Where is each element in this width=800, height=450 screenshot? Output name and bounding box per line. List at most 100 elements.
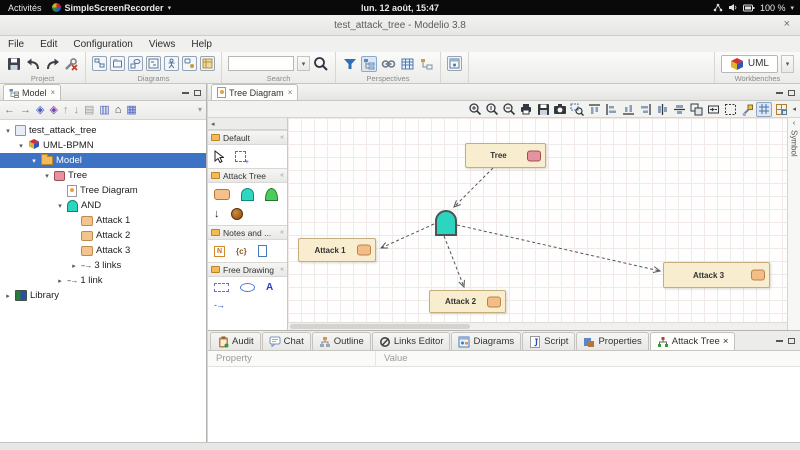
edge-tree-to-and[interactable] <box>454 168 493 207</box>
node-attack1[interactable]: Attack 1 <box>298 238 376 262</box>
nav-related-left-icon[interactable]: ◈ <box>36 105 44 116</box>
zoom-in-icon[interactable] <box>467 102 483 117</box>
package-diagram-icon[interactable] <box>110 56 125 71</box>
print-icon[interactable] <box>518 102 534 117</box>
minimize-panel-icon[interactable] <box>776 92 783 94</box>
nav-related-right-icon[interactable]: ◈ <box>49 105 57 116</box>
align-bottom-icon[interactable] <box>620 102 636 117</box>
maximize-panel-icon[interactable] <box>194 90 201 96</box>
tree-row-3-links[interactable]: ▸--→3 links <box>0 258 206 273</box>
diagram-canvas[interactable]: Tree Attack 1 Attack 2 Attack 3 <box>288 118 787 330</box>
home-icon[interactable]: ⌂ <box>115 105 122 116</box>
tab-model[interactable]: Model × <box>3 84 61 100</box>
configure-project-icon[interactable] <box>63 56 79 72</box>
column-property[interactable]: Property <box>208 351 376 366</box>
scrollbar-thumb[interactable] <box>290 324 470 329</box>
palette-group-attack-tree[interactable]: Attack Tree « <box>208 168 287 183</box>
menu-help[interactable]: Help <box>183 39 220 50</box>
tree-row-library[interactable]: ▸Library <box>0 288 206 303</box>
node-attack2[interactable]: Attack 2 <box>429 290 506 313</box>
palette-group-free-drawing[interactable]: Free Drawing « <box>208 262 287 277</box>
tree-row-attack3[interactable]: Attack 3 <box>0 243 206 258</box>
usecase-diagram-icon[interactable] <box>128 56 143 71</box>
palette-group-default[interactable]: Default « <box>208 130 287 145</box>
horizontal-scrollbar[interactable] <box>288 322 787 330</box>
select-tool[interactable] <box>214 150 224 163</box>
workbench-selector[interactable]: UML <box>721 55 778 73</box>
search-dropdown-button[interactable]: ▾ <box>297 56 310 71</box>
zoom-selection-icon[interactable] <box>569 102 585 117</box>
model-tab-close-icon[interactable]: × <box>51 88 56 97</box>
palette-group-notes[interactable]: Notes and ... « <box>208 225 287 240</box>
and-gate-tool[interactable] <box>241 188 254 201</box>
constraint-tool[interactable]: {c} <box>236 247 247 256</box>
format-painter-icon[interactable] <box>739 102 755 117</box>
hierarchy-perspective-icon[interactable] <box>418 56 434 72</box>
nav-up-icon[interactable]: ↑ <box>63 105 69 116</box>
symbol-expand-chevron-icon[interactable]: ‹ <box>793 120 795 127</box>
redo-icon[interactable] <box>44 56 60 72</box>
edge-and-to-attack1[interactable] <box>381 224 434 248</box>
window-close-button[interactable]: × <box>784 18 790 30</box>
nav-down-icon[interactable]: ↓ <box>73 105 79 116</box>
minimize-panel-icon[interactable] <box>776 340 783 342</box>
line-tool[interactable]: -→ <box>214 300 224 310</box>
align-right-icon[interactable] <box>637 102 653 117</box>
tree-row-attack1[interactable]: Attack 1 <box>0 213 206 228</box>
tab-attack-tree[interactable]: Attack Tree × <box>650 332 736 350</box>
matrix-diagram-icon[interactable] <box>200 56 215 71</box>
or-gate-tool[interactable] <box>265 188 278 201</box>
link-tool[interactable]: ↓ <box>214 209 220 220</box>
screenshot-icon[interactable] <box>552 102 568 117</box>
collapse-all-icon[interactable]: ▤ <box>84 105 94 116</box>
battery-percent[interactable]: 100 % <box>760 3 786 13</box>
tree-row-model[interactable]: ▾Model <box>0 153 206 168</box>
node-tree[interactable]: Tree <box>465 143 546 168</box>
collapse-toolbar-icon[interactable]: ◂ <box>792 105 796 113</box>
tree-options-icon[interactable]: ▦ <box>126 105 136 116</box>
save-icon[interactable] <box>6 56 22 72</box>
class-diagram-icon[interactable] <box>92 56 107 71</box>
tree-row-project[interactable]: ▾test_attack_tree <box>0 123 206 138</box>
clock[interactable]: lun. 12 août, 15:47 <box>361 3 439 13</box>
align-center-v-icon[interactable] <box>654 102 670 117</box>
diagram-tab-close-icon[interactable]: × <box>288 88 293 97</box>
app-menu[interactable]: SimpleScreenRecorder ▾ <box>52 3 172 13</box>
tree-row-attack2[interactable]: Attack 2 <box>0 228 206 243</box>
actor-diagram-icon[interactable] <box>164 56 179 71</box>
nav-back-icon[interactable]: ← <box>4 105 15 116</box>
model-perspective-icon[interactable] <box>361 56 377 72</box>
system-menu-chevron-icon[interactable]: ▾ <box>790 4 794 12</box>
document-tool[interactable] <box>258 245 267 257</box>
link-with-editor-icon[interactable]: ▥ <box>99 105 109 116</box>
nav-forward-icon[interactable]: → <box>20 105 31 116</box>
tree-row-tree[interactable]: ▾Tree <box>0 168 206 183</box>
zoom-100-icon[interactable] <box>484 102 500 117</box>
tab-diagrams[interactable]: Diagrams <box>451 332 521 350</box>
tab-close-icon[interactable]: × <box>723 336 729 347</box>
page-bounds-icon[interactable] <box>773 102 789 117</box>
links-perspective-icon[interactable] <box>380 56 396 72</box>
tree-row-uml-bpmn[interactable]: ▾UML-BPMN <box>0 138 206 153</box>
tree-row-and[interactable]: ▾AND <box>0 198 206 213</box>
tab-chat[interactable]: Chat <box>262 332 311 350</box>
tree-row-1-link[interactable]: ▸--→1 link <box>0 273 206 288</box>
attack-node-tool[interactable] <box>214 189 230 200</box>
menu-edit[interactable]: Edit <box>32 39 65 50</box>
column-value[interactable]: Value <box>376 353 408 364</box>
menu-views[interactable]: Views <box>141 39 184 50</box>
align-left-icon[interactable] <box>603 102 619 117</box>
tab-tree-diagram[interactable]: Tree Diagram × <box>211 84 298 100</box>
same-size-icon[interactable] <box>688 102 704 117</box>
edge-and-to-attack2[interactable] <box>444 236 464 287</box>
view-menu-chevron-icon[interactable]: ▾ <box>198 106 202 114</box>
search-icon[interactable] <box>313 56 329 72</box>
workbench-dropdown-button[interactable]: ▾ <box>781 55 794 73</box>
maximize-panel-icon[interactable] <box>788 338 795 344</box>
text-tool[interactable]: A <box>266 282 273 293</box>
state-diagram-icon[interactable] <box>182 56 197 71</box>
maximize-panel-icon[interactable] <box>788 90 795 96</box>
marquee-tool[interactable] <box>235 151 246 162</box>
activities-button[interactable]: Activités <box>8 3 42 13</box>
tab-properties[interactable]: Properties <box>576 332 648 350</box>
